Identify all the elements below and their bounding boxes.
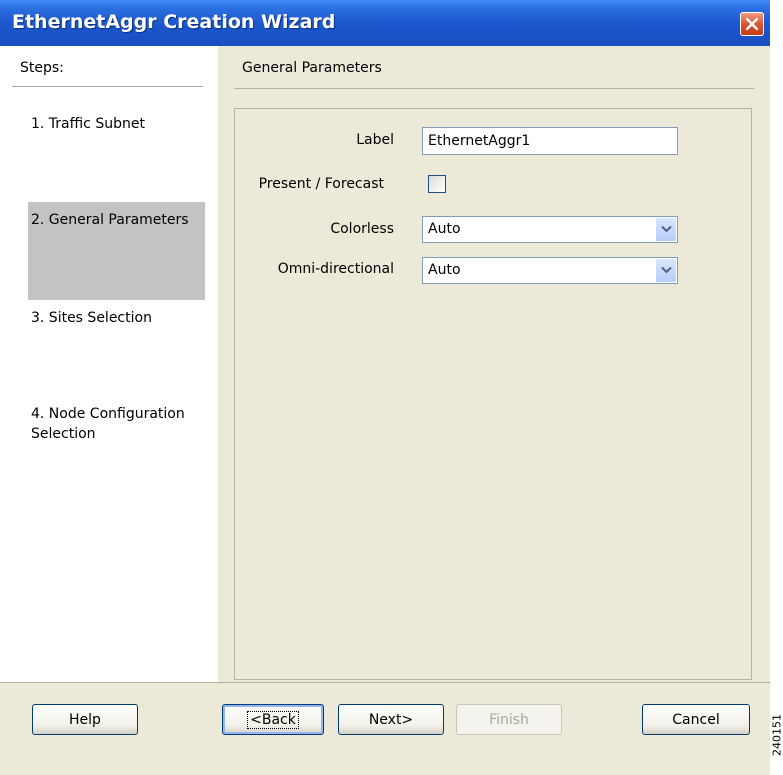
step-traffic-subnet[interactable]: 1. Traffic Subnet [28,106,205,202]
label-field-label: Label [356,132,394,148]
step-label: 2. General Parameters [31,212,189,228]
step-sites-selection[interactable]: 3. Sites Selection [28,300,205,396]
present-forecast-label: Present / Forecast [258,176,384,192]
omni-directional-select[interactable]: Auto [422,257,678,284]
close-button[interactable] [740,12,764,36]
close-icon [746,18,758,30]
chevron-down-icon [661,225,672,233]
finish-button[interactable]: Finish [456,704,562,735]
help-button-label: Help [69,711,101,728]
cancel-button[interactable]: Cancel [642,704,750,735]
wizard-window: EthernetAggr Creation Wizard Steps: 1. T… [0,0,770,775]
colorless-dropdown-button[interactable] [655,218,676,241]
figure-code-text: 240151 [770,714,783,756]
omni-directional-value: Auto [428,262,461,278]
back-button-label: <Back [247,710,299,729]
cancel-button-label: Cancel [672,711,720,728]
section-divider [234,88,754,89]
button-bar: Help <Back Next> Finish Cancel [0,682,770,775]
omni-directional-dropdown-button[interactable] [655,259,676,282]
help-button[interactable]: Help [32,704,138,735]
chevron-down-icon [661,266,672,274]
steps-header: Steps: [20,60,64,76]
label-input[interactable] [422,127,678,155]
colorless-label: Colorless [330,221,394,237]
colorless-select[interactable]: Auto [422,216,678,243]
steps-panel: Steps: 1. Traffic Subnet 2. General Para… [0,46,218,682]
next-button[interactable]: Next> [338,704,444,735]
omni-directional-label: Omni-directional [277,261,394,277]
title-bar: EthernetAggr Creation Wizard [0,0,770,47]
next-button-label: Next> [368,711,414,728]
step-label: 1. Traffic Subnet [31,116,145,132]
present-forecast-checkbox[interactable] [428,175,446,193]
step-node-configuration-selection[interactable]: 4. Node Configuration Selection [28,396,205,466]
back-button[interactable]: <Back [222,704,324,735]
steps-divider [12,86,203,87]
form-panel [234,108,752,680]
colorless-value: Auto [428,221,461,237]
step-label: 4. Node Configuration Selection [31,406,185,442]
figure-code: 240151 [770,696,783,774]
window-title: EthernetAggr Creation Wizard [12,11,336,33]
section-title: General Parameters [242,60,382,76]
finish-button-label: Finish [489,711,529,728]
step-label: 3. Sites Selection [31,310,152,326]
step-general-parameters[interactable]: 2. General Parameters [28,202,205,300]
